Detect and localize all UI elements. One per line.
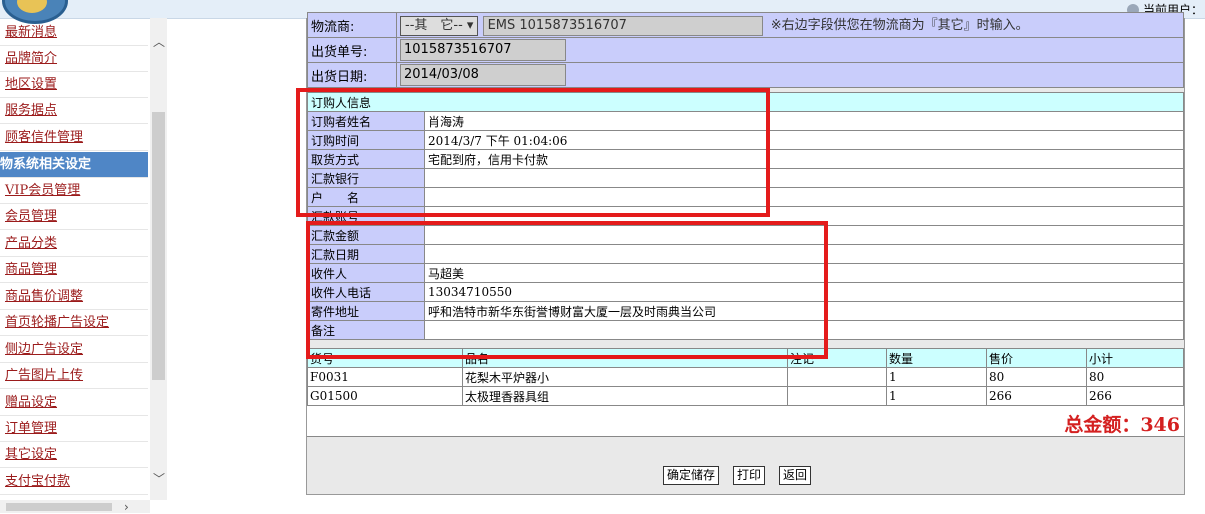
item-qty: 1	[886, 386, 987, 406]
orderer-info-table: 订购人信息 订购者姓名 肖海涛 订购时间 2014/3/7 下午 01:04:06 …	[307, 92, 1184, 340]
remit-amount	[424, 225, 1184, 245]
back-button[interactable]: 返回	[779, 466, 812, 485]
sidebar-item-orders[interactable]: 订单管理	[0, 416, 148, 442]
total-row	[307, 406, 1184, 437]
total-amount: 总金额：346	[1064, 414, 1180, 436]
chevron-down-icon: ▾	[466, 18, 474, 33]
sidebar-item-carousel[interactable]: 首页轮播广告设定	[0, 310, 148, 336]
sidebar: 最新消息 品牌简介 地区设置 服务据点 顾客信件管理 物系统相关设定 VIP会员…	[0, 18, 150, 513]
item-subtotal: 266	[1086, 386, 1184, 406]
item-note	[787, 386, 887, 406]
orderer-name: 肖海涛	[424, 111, 1184, 131]
field-label: 汇款账号	[307, 206, 425, 226]
pickup-method: 宅配到府，信用卡付款	[424, 149, 1184, 169]
scroll-up-icon[interactable]: ︿	[153, 33, 165, 50]
item-name: 花梨木平炉器小	[462, 367, 788, 387]
field-label: 汇款银行	[307, 168, 425, 188]
sidebar-item-members[interactable]: 会员管理	[0, 204, 148, 230]
sidebar-item-categories[interactable]: 产品分类	[0, 231, 148, 257]
field-label: 备注	[307, 320, 425, 340]
item-price: 266	[986, 386, 1087, 406]
recipient-phone: 13034710550	[424, 282, 1184, 302]
col-header: 数量	[886, 348, 987, 368]
sidebar-item-products[interactable]: 商品管理	[0, 257, 148, 283]
sidebar-item-gifts[interactable]: 赠品设定	[0, 390, 148, 416]
table-row: F0031 花梨木平炉器小 1 80 80	[307, 367, 1184, 387]
ship-date-input[interactable]: 2014/03/08	[400, 64, 566, 86]
field-label: 收件人电话	[307, 282, 425, 302]
field-label: 订购者姓名	[307, 111, 425, 131]
item-sku: F0031	[307, 367, 463, 387]
sidebar-section-header: 物系统相关设定	[0, 152, 148, 178]
horizontal-scroll-thumb[interactable]	[6, 503, 112, 511]
item-price: 80	[986, 367, 1087, 387]
sidebar-item-ad-upload[interactable]: 广告图片上传	[0, 363, 148, 389]
sidebar-item-other[interactable]: 其它设定	[0, 442, 148, 468]
col-header: 货号	[307, 348, 463, 368]
item-name: 太极理香器具组	[462, 386, 788, 406]
order-time: 2014/3/7 下午 01:04:06	[424, 130, 1184, 150]
col-header: 注记	[787, 348, 887, 368]
sidebar-item-price-adjust[interactable]: 商品售价调整	[0, 284, 148, 310]
col-header: 小计	[1086, 348, 1184, 368]
scroll-down-icon[interactable]: ﹀	[153, 470, 165, 487]
save-button[interactable]: 确定储存	[663, 466, 720, 485]
col-header: 品名	[462, 348, 788, 368]
sidebar-item-service-points[interactable]: 服务据点	[0, 98, 148, 124]
sidebar-item-region[interactable]: 地区设置	[0, 72, 148, 98]
carrier-input[interactable]: EMS 1015873516707	[482, 16, 763, 36]
items-table: 货号 品名 注记 数量 售价 小计 F0031 花梨木平炉器小 1 80 80 …	[307, 348, 1184, 406]
orderer-info-title: 订购人信息	[307, 92, 1184, 112]
carrier-select[interactable]: --其 它-- ▾	[400, 16, 479, 36]
table-row: G01500 太极理香器具组 1 266 266	[307, 386, 1184, 406]
shipping-address: 呼和浩特市新华东街誉博财富大厦一层及时雨典当公司	[424, 301, 1184, 321]
item-qty: 1	[886, 367, 987, 387]
scroll-right-icon[interactable]: ›	[124, 500, 129, 514]
sidebar-item-news[interactable]: 最新消息	[0, 20, 148, 46]
field-label: 汇款日期	[307, 244, 425, 264]
remit-date	[424, 244, 1184, 264]
field-label: 寄件地址	[307, 301, 425, 321]
item-note	[787, 367, 887, 387]
ship-date-label: 出货日期:	[307, 62, 397, 88]
sidebar-scroll-thumb[interactable]	[152, 112, 165, 380]
account-name	[424, 187, 1184, 207]
field-label: 户 名	[307, 187, 425, 207]
ship-no-label: 出货单号:	[307, 37, 397, 63]
field-label: 取货方式	[307, 149, 425, 169]
remit-account	[424, 206, 1184, 226]
item-subtotal: 80	[1086, 367, 1184, 387]
sidebar-item-side-ads[interactable]: 侧边广告设定	[0, 337, 148, 363]
sidebar-item-brand[interactable]: 品牌简介	[0, 46, 148, 72]
field-label: 订购时间	[307, 130, 425, 150]
field-label: 汇款金额	[307, 225, 425, 245]
col-header: 售价	[986, 348, 1087, 368]
recipient: 马超美	[424, 263, 1184, 283]
shipping-table: 物流商: --其 它-- ▾ EMS 1015873516707 ※右边字段供您…	[307, 12, 1184, 88]
item-sku: G01500	[307, 386, 463, 406]
ship-no-input[interactable]: 1015873516707	[400, 39, 566, 61]
sidebar-item-customer-mail[interactable]: 顾客信件管理	[0, 125, 148, 151]
carrier-note: ※右边字段供您在物流商为『其它』时输入。	[770, 18, 1029, 33]
remarks	[424, 320, 1184, 340]
remit-bank	[424, 168, 1184, 188]
order-detail-panel: 物流商: --其 它-- ▾ EMS 1015873516707 ※右边字段供您…	[306, 12, 1185, 495]
sidebar-item-vip[interactable]: VIP会员管理	[0, 178, 148, 204]
sidebar-item-alipay[interactable]: 支付宝付款	[0, 469, 148, 495]
carrier-label: 物流商:	[307, 12, 397, 38]
print-button[interactable]: 打印	[733, 466, 766, 485]
field-label: 收件人	[307, 263, 425, 283]
